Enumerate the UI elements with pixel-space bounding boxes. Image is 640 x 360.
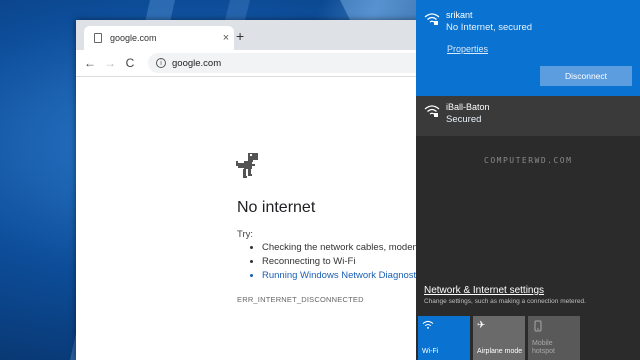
reload-button[interactable]: C	[120, 56, 140, 70]
network-name: iBall-Baton	[446, 102, 490, 112]
wifi-secured-icon	[424, 13, 440, 25]
tab-strip: google.com × +	[76, 20, 426, 50]
error-code: ERR_INTERNET_DISCONNECTED	[237, 295, 364, 304]
error-page: No internet Try: Checking the network ca…	[76, 77, 426, 360]
url-text: google.com	[172, 57, 222, 69]
network-settings-description: Change settings, such as making a connec…	[424, 298, 586, 305]
disconnect-button[interactable]: Disconnect	[540, 66, 632, 86]
network-status: No Internet, secured	[446, 22, 533, 33]
network-status: Secured	[446, 114, 482, 125]
network-flyout: srikant No Internet, secured Properties …	[416, 0, 640, 360]
properties-link[interactable]: Properties	[447, 44, 488, 54]
quick-action-label: Airplane mode	[477, 348, 523, 355]
browser-window: google.com × + ← → C i google.com No int…	[76, 20, 426, 360]
quick-action-wifi[interactable]: Wi-Fi	[418, 316, 470, 360]
tab-title: google.com	[110, 33, 157, 43]
browser-tab[interactable]: google.com ×	[84, 26, 234, 50]
quick-action-mobile-hotspot[interactable]: Mobile hotspot	[528, 316, 580, 360]
airplane-icon: ✈	[477, 320, 486, 331]
quick-action-label: Wi-Fi	[422, 348, 439, 355]
browser-toolbar: ← → C i google.com	[76, 50, 426, 77]
info-icon[interactable]: i	[156, 58, 166, 68]
new-tab-button[interactable]: +	[236, 29, 244, 43]
watermark: COMPUTERWD.COM	[484, 156, 573, 165]
network-item-iball-baton[interactable]: iBall-Baton Secured	[416, 96, 640, 136]
wifi-icon	[422, 320, 434, 329]
close-tab-icon[interactable]: ×	[218, 32, 234, 44]
wifi-secured-icon	[424, 105, 440, 117]
back-button[interactable]: ←	[80, 56, 100, 70]
network-item-srikant[interactable]: srikant No Internet, secured Properties …	[416, 0, 640, 96]
address-bar[interactable]: i google.com	[148, 53, 426, 73]
quick-action-airplane-mode[interactable]: ✈ Airplane mode	[473, 316, 525, 360]
dinosaur-icon	[236, 153, 258, 178]
forward-button[interactable]: →	[100, 56, 120, 70]
network-name: srikant	[446, 10, 473, 20]
page-icon	[94, 33, 102, 43]
hotspot-icon	[534, 320, 542, 332]
network-settings-link[interactable]: Network & Internet settings	[424, 285, 544, 296]
error-title: No internet	[237, 199, 316, 216]
quick-action-label: Mobile hotspot	[532, 340, 555, 355]
try-label: Try:	[237, 229, 254, 240]
